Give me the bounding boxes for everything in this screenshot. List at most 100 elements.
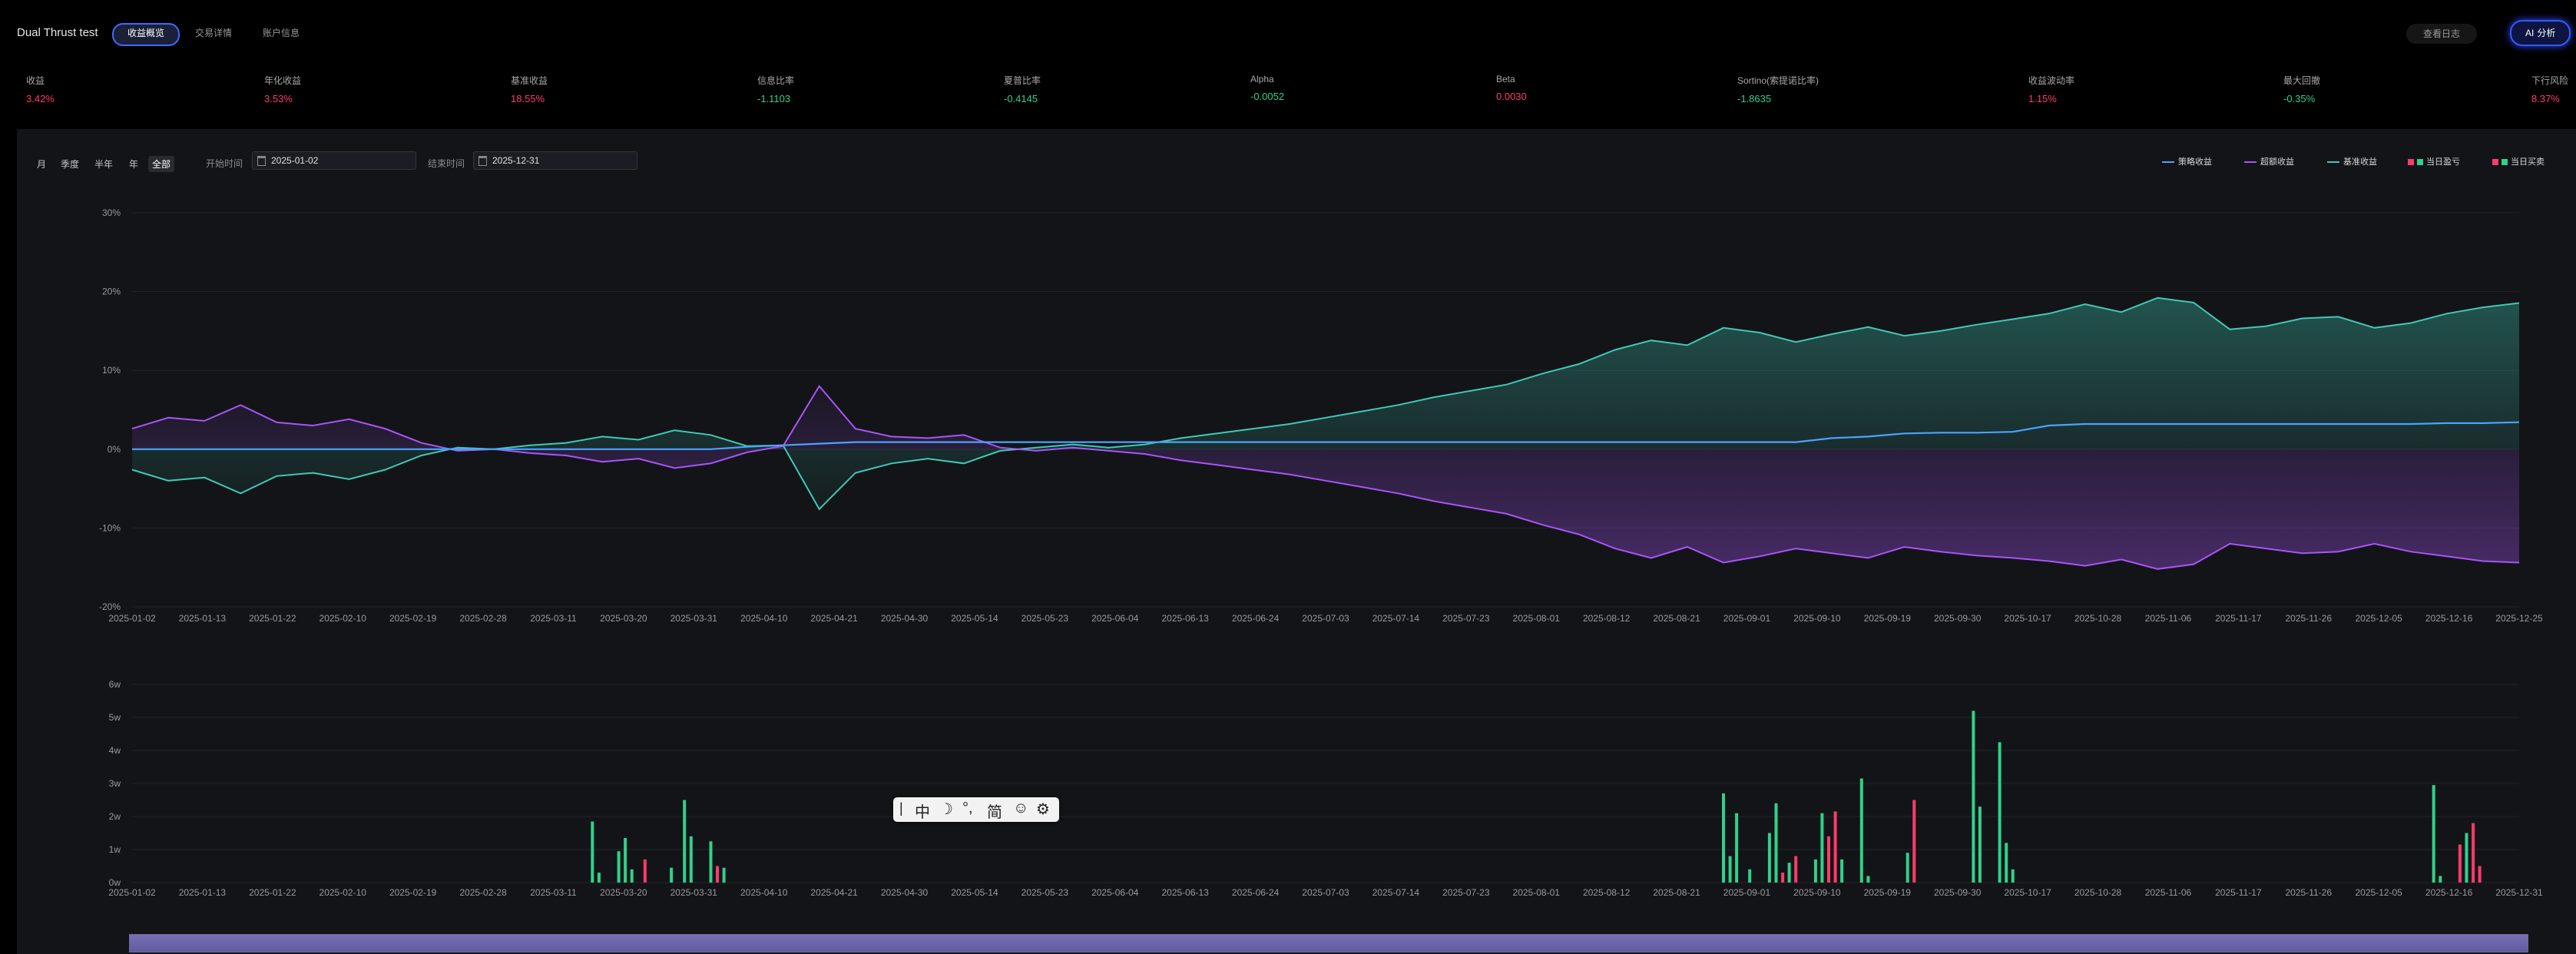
- x-tick-label: 2025-11-26: [2286, 887, 2333, 898]
- y-tick-label: -10%: [99, 522, 121, 533]
- x-tick-label: 2025-01-22: [249, 613, 296, 624]
- x-tick-label: 2025-07-03: [1302, 887, 1349, 898]
- x-tick-label: 2025-06-24: [1232, 613, 1280, 624]
- x-tick-label: 2025-03-20: [600, 887, 647, 898]
- x-tick-label: 2025-03-20: [600, 613, 647, 624]
- trade-bar: [597, 873, 601, 883]
- x-tick-label: 2025-06-04: [1091, 613, 1139, 624]
- x-tick-label: 2025-02-28: [459, 887, 507, 898]
- x-tick-label: 2025-06-13: [1161, 613, 1209, 624]
- trade-bar: [1767, 833, 1771, 883]
- trade-bar: [1774, 803, 1778, 883]
- trade-bar: [617, 851, 621, 883]
- x-tick-label: 2025-07-23: [1442, 887, 1490, 898]
- x-tick-label: 2025-05-23: [1021, 613, 1069, 624]
- x-tick-label: 2025-05-23: [1021, 887, 1069, 898]
- trade-bar: [2439, 876, 2442, 883]
- x-tick-label: 2025-02-10: [320, 613, 367, 624]
- x-tick-label: 2025-07-23: [1442, 613, 1490, 624]
- x-tick-label: 2025-10-28: [2074, 887, 2122, 898]
- x-tick-label: 2025-11-06: [2145, 613, 2192, 624]
- returns-line-chart: 30% 20% 10% 0% -10% -20%2025-01-02 2025-01-13 2…: [99, 207, 2543, 624]
- punctuation-icon[interactable]: °,: [962, 800, 973, 817]
- x-tick-label: 2025-12-05: [2355, 613, 2402, 624]
- trade-bar: [1820, 813, 1824, 883]
- x-tick-label: 2025-01-22: [249, 887, 296, 898]
- trade-bar: [722, 867, 726, 883]
- x-tick-label: 2025-02-19: [389, 887, 437, 898]
- x-tick-label: 2025-06-24: [1232, 887, 1280, 898]
- y-tick-label: 0w: [109, 877, 121, 888]
- x-tick-label: 2025-08-01: [1513, 887, 1561, 898]
- cursor-icon: |: [899, 800, 903, 816]
- x-tick-label: 2025-07-03: [1302, 613, 1349, 624]
- x-tick-label: 2025-09-01: [1723, 887, 1771, 898]
- settings-icon[interactable]: ⚙: [1036, 800, 1050, 819]
- x-tick-label: 2025-01-02: [108, 613, 156, 624]
- x-tick-label: 2025-07-14: [1372, 613, 1420, 624]
- trade-bar: [716, 866, 719, 883]
- x-tick-label: 2025-09-30: [1934, 887, 1982, 898]
- trade-bar: [2458, 844, 2462, 883]
- emoji-icon[interactable]: ☺: [1013, 800, 1028, 817]
- x-tick-label: 2025-09-10: [1793, 887, 1841, 898]
- y-tick-label: -20%: [99, 601, 121, 612]
- x-tick-label: 2025-06-13: [1161, 887, 1209, 898]
- x-tick-label: 2025-01-02: [108, 887, 156, 898]
- y-tick-label: 10%: [102, 365, 121, 376]
- x-tick-label: 2025-01-13: [179, 613, 227, 624]
- trade-bar: [1972, 711, 1975, 883]
- x-tick-label: 2025-03-11: [530, 613, 577, 624]
- x-tick-label: 2025-05-14: [951, 887, 998, 898]
- trade-bar: [1787, 863, 1791, 883]
- trade-bar: [683, 800, 687, 883]
- y-tick-label: 2w: [109, 811, 121, 822]
- x-tick-label: 2025-03-31: [670, 887, 718, 898]
- x-tick-label: 2025-04-10: [740, 887, 788, 898]
- x-tick-label: 2025-11-17: [2215, 887, 2262, 898]
- trade-bar: [1813, 859, 1817, 883]
- trade-bar: [1998, 742, 2002, 883]
- x-tick-label: 2025-08-21: [1653, 887, 1700, 898]
- trade-bar: [1722, 793, 1725, 883]
- x-tick-label: 2025-12-25: [2495, 613, 2543, 624]
- trade-bar: [2011, 869, 2015, 883]
- trade-bar: [689, 836, 693, 883]
- zoom-range-slider[interactable]: [129, 934, 2528, 952]
- x-tick-label: 2025-10-28: [2074, 613, 2122, 624]
- trade-bar: [591, 821, 594, 883]
- x-tick-label: 2025-06-04: [1091, 887, 1139, 898]
- y-tick-label: 3w: [109, 778, 121, 789]
- y-tick-label: 4w: [109, 745, 121, 756]
- trade-bar: [1866, 876, 1870, 883]
- y-tick-label: 5w: [109, 712, 121, 723]
- charts-svg: 30%20%10%0%-10%-20%2025-01-02 2025-01-13 2…: [99, 207, 2543, 898]
- trade-bar: [2465, 833, 2468, 883]
- trade-bar: [1840, 859, 1844, 883]
- trade-bar: [2472, 823, 2475, 883]
- x-tick-label: 2025-12-16: [2425, 887, 2473, 898]
- moon-icon[interactable]: ☽: [939, 800, 953, 819]
- trades-bar-chart: 6w 5w 4w 3w 2w 1w 0w2025-01-02 2025-01-13 2025-0…: [108, 679, 2543, 898]
- y-tick-label: 30%: [102, 207, 121, 218]
- x-tick-label: 2025-11-17: [2215, 613, 2262, 624]
- trade-bar: [630, 869, 634, 883]
- ime-mode-chinese[interactable]: 中: [915, 800, 930, 822]
- slider-selected-range[interactable]: [130, 935, 2528, 952]
- x-tick-label: 2025-12-05: [2355, 887, 2402, 898]
- trade-bar: [643, 859, 647, 883]
- trade-bar: [1978, 807, 1982, 883]
- x-tick-label: 2025-04-30: [881, 887, 929, 898]
- x-tick-label: 2025-05-14: [951, 613, 998, 624]
- x-tick-label: 2025-08-12: [1583, 613, 1631, 624]
- x-tick-label: 2025-09-30: [1934, 613, 1982, 624]
- ime-simplified[interactable]: 简: [987, 800, 1002, 822]
- ime-toolbar[interactable]: | 中 ☽ °, 简 ☺ ⚙: [893, 797, 1059, 822]
- x-tick-label: 2025-04-30: [881, 613, 929, 624]
- x-tick-label: 2025-03-31: [670, 613, 718, 624]
- x-tick-label: 2025-11-26: [2286, 613, 2333, 624]
- x-tick-label: 2025-02-19: [389, 613, 437, 624]
- trade-bar: [1748, 869, 1752, 883]
- x-tick-label: 2025-12-16: [2425, 613, 2473, 624]
- x-tick-label: 2025-10-17: [2004, 613, 2051, 624]
